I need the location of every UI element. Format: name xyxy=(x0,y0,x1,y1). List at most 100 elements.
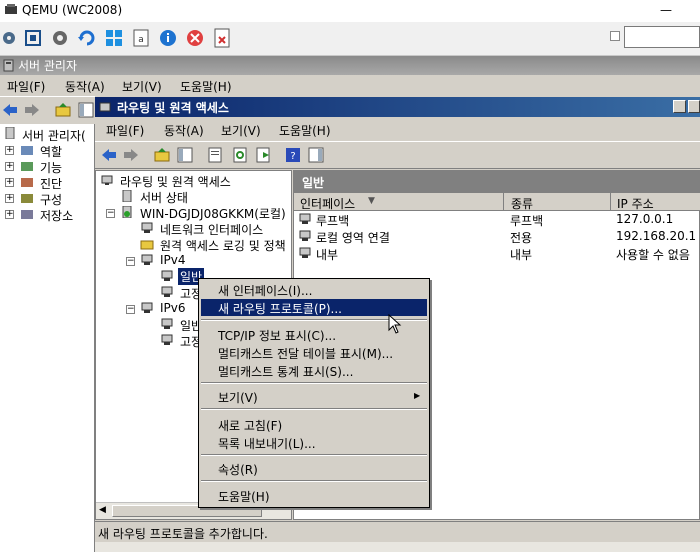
show-hide-tree-icon[interactable] xyxy=(78,102,94,118)
tree-item-configuration[interactable]: 구성 xyxy=(40,191,62,208)
cell-interface: 내부 xyxy=(316,248,339,262)
menu-item-properties[interactable]: 속성(R) xyxy=(201,460,427,477)
static-routes-icon xyxy=(161,286,173,297)
tree-item-diagnostics[interactable]: 진단 xyxy=(40,175,62,192)
column-ip[interactable]: IP 주소 xyxy=(617,195,654,212)
delete-document-icon[interactable] xyxy=(211,27,233,49)
rras-menu-view[interactable]: 보기(V) xyxy=(221,122,261,139)
up-folder-icon[interactable] xyxy=(55,102,71,118)
rras-menu-action[interactable]: 동작(A) xyxy=(164,122,204,139)
menu-item-new-interface[interactable]: 새 인터페이스(I)... xyxy=(201,281,427,298)
cell-interface: 로컬 영역 연결 xyxy=(316,231,390,245)
expander-icon[interactable]: + xyxy=(5,210,14,219)
tree-item-server-manager[interactable]: 서버 관리자( xyxy=(22,127,86,144)
qemu-titlebar: QEMU (WC2008) — xyxy=(0,0,700,22)
details-title: 일반 xyxy=(302,176,325,190)
ipv6-icon xyxy=(141,302,153,313)
cell-type: 내부 xyxy=(510,248,533,262)
tree-item-ipv4[interactable]: IPv4 xyxy=(160,253,186,267)
menu-file[interactable]: 파일(F) xyxy=(7,78,45,95)
fullscreen-icon[interactable] xyxy=(22,27,44,49)
close-red-icon[interactable] xyxy=(184,27,206,49)
details-header: 일반 xyxy=(294,171,700,193)
general-icon xyxy=(161,318,173,329)
tree-item-remote-access-logging[interactable]: 원격 액세스 로깅 및 정책 xyxy=(160,237,286,254)
svg-text:?: ? xyxy=(290,151,295,162)
tree-item-network-interfaces[interactable]: 네트워크 인터페이스 xyxy=(160,221,263,238)
cell-interface: 루프백 xyxy=(316,214,350,228)
gear-small-icon[interactable] xyxy=(0,27,22,49)
forward-arrow-icon[interactable] xyxy=(123,148,139,162)
menu-item-view[interactable]: 보기(V) ▶ xyxy=(201,388,427,405)
tree-item-ipv6[interactable]: IPv6 xyxy=(160,301,186,315)
cell-ip: 사용할 수 없음 xyxy=(616,248,690,262)
rras-menu-file[interactable]: 파일(F) xyxy=(106,122,144,139)
expander-icon[interactable]: + xyxy=(5,194,14,203)
column-interface[interactable]: 인터페이스 xyxy=(300,195,355,212)
features-icon xyxy=(21,162,33,171)
rras-menubar: 파일(F) 동작(A) 보기(V) 도움말(H) xyxy=(95,117,700,141)
tree-item-server-status[interactable]: 서버 상태 xyxy=(140,189,188,206)
back-arrow-icon[interactable] xyxy=(101,148,117,162)
help-icon[interactable]: ? xyxy=(285,147,301,163)
tree-item-server-local[interactable]: WIN-DGJDJ08GKKM(로컬) xyxy=(140,205,286,222)
minimize-button[interactable]: — xyxy=(660,3,672,17)
general-icon xyxy=(161,270,173,281)
checkbox-icon[interactable] xyxy=(610,31,620,41)
menu-item-show-multicast-stats[interactable]: 멀티캐스트 통계 표시(S)... xyxy=(201,362,427,379)
up-folder-icon[interactable] xyxy=(154,147,170,163)
table-row[interactable]: 로컬 영역 연결 전용 192.168.20.1 xyxy=(296,228,700,245)
mouse-cursor-icon xyxy=(388,314,402,334)
menu-action[interactable]: 동작(A) xyxy=(65,78,105,95)
windows-icon[interactable] xyxy=(103,27,125,49)
collapse-icon[interactable]: − xyxy=(106,209,115,218)
cell-type: 루프백 xyxy=(510,214,544,228)
rras-app-icon xyxy=(99,102,111,112)
column-type[interactable]: 종류 xyxy=(511,195,533,212)
submenu-arrow-icon: ▶ xyxy=(414,391,421,400)
tree-item-rras-root[interactable]: 라우팅 및 원격 액세스 xyxy=(120,173,231,190)
refresh-icon[interactable] xyxy=(76,27,98,49)
expander-icon[interactable]: + xyxy=(5,146,14,155)
status-bar: 새 라우팅 프로토콜을 추가합니다. xyxy=(95,521,700,542)
collapse-icon[interactable]: − xyxy=(126,257,135,266)
keyboard-text-icon[interactable]: a xyxy=(130,27,152,49)
sort-down-icon: ▼ xyxy=(368,196,375,206)
collapse-icon[interactable]: − xyxy=(126,305,135,314)
show-hide-action-pane-icon[interactable] xyxy=(308,147,324,163)
rras-minimize-button[interactable] xyxy=(673,100,686,113)
table-row[interactable]: 내부 내부 사용할 수 없음 xyxy=(296,245,700,262)
qemu-app-icon xyxy=(5,4,17,14)
menu-item-help[interactable]: 도움말(H) xyxy=(201,487,427,504)
column-separator[interactable] xyxy=(610,193,611,210)
menu-item-refresh[interactable]: 새로 고침(F) xyxy=(201,416,427,433)
tree-item-storage[interactable]: 저장소 xyxy=(40,207,73,224)
info-icon[interactable] xyxy=(157,27,179,49)
menu-view[interactable]: 보기(V) xyxy=(122,78,162,95)
expander-icon[interactable]: + xyxy=(5,162,14,171)
server-manager-icon xyxy=(3,59,14,72)
qemu-input-field[interactable] xyxy=(624,26,700,48)
forward-arrow-icon[interactable] xyxy=(24,103,40,117)
settings-gear-icon[interactable] xyxy=(49,27,71,49)
menu-help[interactable]: 도움말(H) xyxy=(180,78,232,95)
tree-item-features[interactable]: 기능 xyxy=(40,159,62,176)
scroll-left-icon[interactable]: ◀ xyxy=(99,505,106,515)
table-row[interactable]: 루프백 루프백 127.0.0.1 xyxy=(296,211,700,228)
menu-item-show-multicast-forwarding[interactable]: 멀티캐스트 전달 테이블 표시(M)... xyxy=(201,344,427,361)
menu-item-export-list[interactable]: 목록 내보내기(L)... xyxy=(201,434,427,451)
rras-menu-help[interactable]: 도움말(H) xyxy=(279,122,331,139)
properties-icon[interactable] xyxy=(207,147,223,163)
tree-item-roles[interactable]: 역할 xyxy=(40,143,62,160)
cell-type: 전용 xyxy=(510,231,533,245)
export-list-icon[interactable] xyxy=(255,147,271,163)
rras-maximize-button[interactable] xyxy=(688,100,700,113)
column-separator[interactable] xyxy=(503,193,504,210)
refresh-icon[interactable] xyxy=(232,147,248,163)
server-running-icon xyxy=(122,206,132,218)
back-arrow-icon[interactable] xyxy=(2,103,18,117)
server-manager-menubar: 파일(F) 동작(A) 보기(V) 도움말(H) xyxy=(0,75,700,96)
server-manager-titlebar: 서버 관리자 xyxy=(0,56,700,75)
expander-icon[interactable]: + xyxy=(5,178,14,187)
show-hide-tree-icon[interactable] xyxy=(177,147,193,163)
